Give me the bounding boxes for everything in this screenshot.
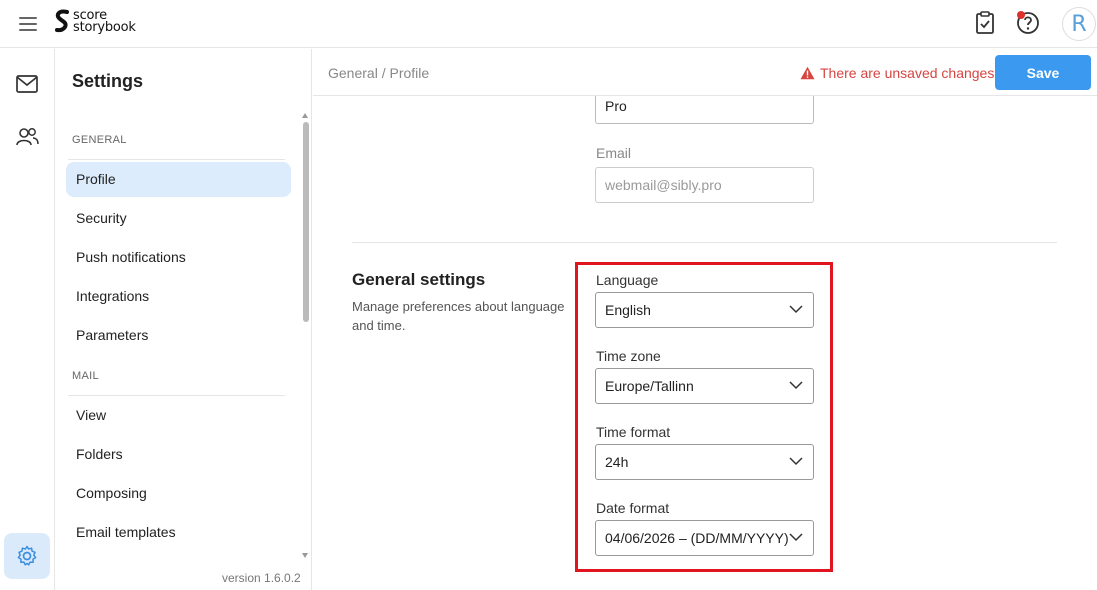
user-avatar[interactable]: R: [1062, 7, 1096, 41]
gear-icon: [17, 545, 37, 566]
settings-nav-button[interactable]: [4, 533, 50, 579]
sidebar-item-push-notifications[interactable]: Push notifications: [66, 240, 291, 275]
highlight-box: [575, 262, 833, 572]
sidebar-item-view[interactable]: View: [66, 398, 291, 433]
users-icon[interactable]: [14, 124, 40, 150]
unsaved-changes-notice: There are unsaved changes: [800, 65, 994, 81]
sidebar-item-security[interactable]: Security: [66, 201, 291, 236]
help-icon[interactable]: [1015, 10, 1041, 36]
app-rail: [0, 49, 55, 590]
unsaved-text: There are unsaved changes: [820, 65, 995, 81]
settings-sidebar: Settings GENERAL Profile Security Push n…: [56, 49, 312, 590]
notification-dot: [1017, 11, 1025, 19]
top-bar: score storybook R: [0, 0, 1097, 48]
app-version: version 1.6.0.2: [222, 571, 301, 585]
warning-icon: [800, 66, 815, 80]
save-button[interactable]: Save: [995, 55, 1091, 90]
scroll-up-arrow[interactable]: [302, 113, 308, 118]
sidebar-item-email-templates[interactable]: Email templates: [66, 515, 291, 550]
sidebar-item-folders[interactable]: Folders: [66, 437, 291, 472]
profile-name-field[interactable]: Pro: [595, 96, 814, 124]
sidebar-item-integrations[interactable]: Integrations: [66, 279, 291, 314]
section-label-general: GENERAL: [72, 134, 127, 146]
general-settings-description: Manage preferences about language and ti…: [352, 299, 565, 333]
section-divider: [352, 242, 1057, 243]
email-field: webmail@sibly.pro: [595, 167, 814, 203]
breadcrumb: General / Profile: [328, 65, 430, 81]
sidebar-title: Settings: [72, 71, 144, 91]
logo-line2: storybook: [73, 20, 136, 35]
divider: [68, 159, 285, 160]
logo-mark-icon: [55, 9, 69, 33]
section-label-mail: MAIL: [72, 370, 99, 382]
email-label: Email: [596, 145, 632, 161]
sidebar-item-composing[interactable]: Composing: [66, 476, 291, 511]
scroll-down-arrow[interactable]: [302, 553, 308, 558]
logo-text: score storybook: [73, 9, 136, 35]
menu-icon[interactable]: [19, 17, 37, 31]
general-settings-title: General settings: [352, 270, 486, 289]
clipboard-check-icon[interactable]: [972, 10, 998, 36]
sidebar-item-profile[interactable]: Profile: [66, 162, 291, 197]
sidebar-item-parameters[interactable]: Parameters: [66, 318, 291, 353]
mail-icon[interactable]: [14, 71, 40, 97]
content-header: General / Profile There are unsaved chan…: [313, 49, 1097, 96]
sidebar-scrollbar-thumb[interactable]: [303, 122, 309, 322]
divider: [68, 395, 285, 396]
app-logo[interactable]: score storybook: [54, 9, 136, 35]
